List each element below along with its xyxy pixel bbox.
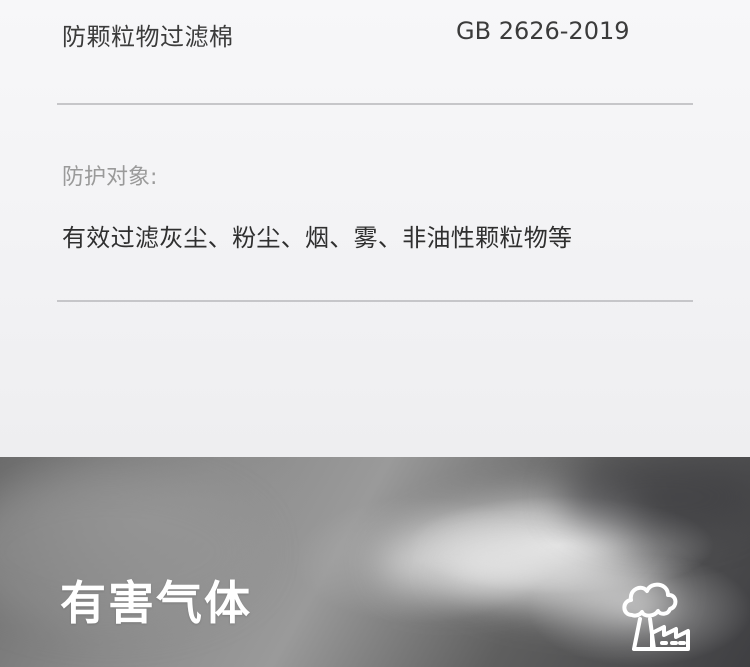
factory-pollution-icon [622, 582, 690, 651]
smoke-shape [560, 457, 750, 537]
banner-title: 有害气体 [60, 576, 252, 630]
filter-name: 防颗粒物过滤棉 [62, 23, 234, 51]
page: 防颗粒物过滤棉 GB 2626-2019 防护对象: 有效过滤灰尘、粉尘、烟、雾… [0, 0, 750, 667]
standard-code: GB 2626-2019 [456, 17, 630, 45]
protection-label: 防护对象: [62, 165, 158, 190]
divider [57, 300, 693, 302]
harmful-gas-banner: 有害气体 [0, 457, 750, 667]
protection-description: 有效过滤灰尘、粉尘、烟、雾、非油性颗粒物等 [62, 224, 573, 252]
spec-section: 防颗粒物过滤棉 GB 2626-2019 防护对象: 有效过滤灰尘、粉尘、烟、雾… [0, 0, 750, 457]
divider [57, 103, 693, 105]
